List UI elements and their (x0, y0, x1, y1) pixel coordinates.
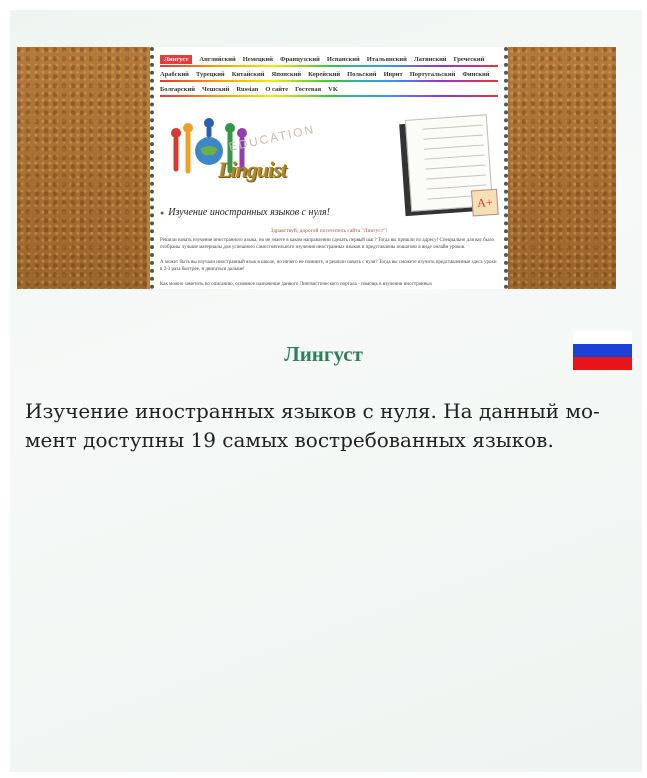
intro-paragraph: Решили начать изучение иностранного язык… (160, 238, 495, 250)
notebook-image: A+ (404, 114, 499, 217)
menu-item[interactable]: Финский (462, 71, 489, 78)
site-description: Изучение иностранных языков с нуля. На д… (25, 399, 600, 452)
menu-item[interactable]: Иврит (384, 71, 403, 78)
menu-item[interactable]: Немецкий (243, 56, 273, 63)
menu-item[interactable]: VK (328, 86, 338, 93)
greeting-text: Здравствуй, дорогой посетитель сайта "Ли… (270, 228, 388, 234)
intro-paragraph: Как можно заметить по описанию, основное… (160, 282, 433, 287)
menu-item[interactable]: Испанский (327, 56, 360, 63)
menu-divider (160, 65, 498, 67)
grade-card: A+ (470, 188, 499, 217)
menu-item[interactable]: Итальянский (367, 56, 407, 63)
menu-item[interactable]: Португальский (410, 71, 456, 78)
header-artwork: EDUCATION Linguist A+ (158, 99, 500, 217)
menu-item[interactable]: Французский (280, 56, 320, 63)
menu-item[interactable]: Чешский (202, 86, 229, 93)
flag-stripe-blue (573, 344, 632, 357)
site-logo: Linguist (218, 157, 287, 182)
menu-item[interactable]: О сайте (265, 86, 288, 93)
menu-item[interactable]: Английский (199, 56, 235, 63)
site-page: Лингуст Английский Немецкий Французский Испа… (150, 47, 508, 289)
page-heading: Изучение иностранных языков с нуля! (160, 207, 330, 218)
menu-item[interactable]: Лингуст (160, 55, 193, 64)
menu-item[interactable]: Китайский (232, 71, 265, 78)
menu-item[interactable]: Гостевая (295, 86, 321, 93)
site-title[interactable]: Лингуст (0, 342, 647, 367)
menu-row-1: Лингуст Английский Немецкий Французский Испа… (160, 55, 498, 64)
cork-background-left (17, 47, 147, 289)
menu-divider (160, 95, 498, 97)
menu-item[interactable]: Корейский (308, 71, 340, 78)
flag-stripe-red (573, 357, 632, 370)
menu-item[interactable]: Арабский (160, 71, 189, 78)
menu-row-3: Болгарский Чешский Russian О сайте Гостевая V… (160, 86, 498, 93)
menu-item[interactable]: Японский (272, 71, 302, 78)
menu-item[interactable]: Греческий (454, 56, 485, 63)
menu-item[interactable]: Russian (236, 86, 258, 93)
flag-stripe-white (573, 331, 632, 344)
russia-flag-icon (573, 331, 632, 370)
menu-item[interactable]: Болгарский (160, 86, 195, 93)
menu-row-2: Арабский Турецкий Китайский Японский Корейск… (160, 71, 498, 78)
menu-divider (160, 80, 498, 82)
menu-item[interactable]: Турецкий (196, 71, 225, 78)
menu-item[interactable]: Латинский (414, 56, 447, 63)
site-screenshot[interactable]: Лингуст Английский Немецкий Французский Испа… (17, 47, 616, 289)
menu-item[interactable]: Польский (347, 71, 376, 78)
intro-paragraph: А может быть вы изучали иностранный язык… (160, 260, 497, 272)
